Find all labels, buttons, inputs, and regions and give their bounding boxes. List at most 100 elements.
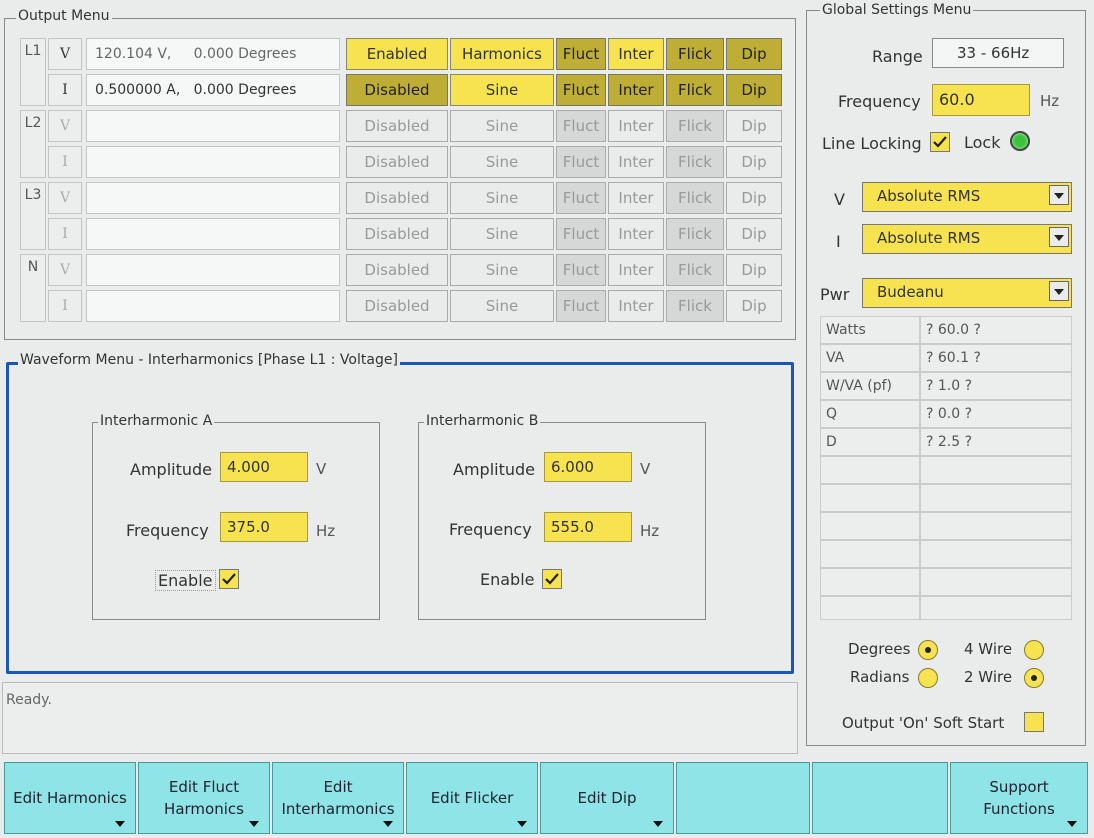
l2-v-fluct-button[interactable]: Fluct — [556, 110, 606, 142]
dropdown-arrow-icon[interactable] — [1049, 227, 1069, 247]
n-i-fluct-button[interactable]: Fluct — [556, 290, 606, 322]
interharmonic-a-amplitude-label: Amplitude — [130, 460, 212, 479]
l3-v-enable-button[interactable]: Disabled — [346, 182, 448, 214]
l1-i-enable-button[interactable]: Disabled — [346, 74, 448, 106]
function-key-blank-7[interactable] — [812, 762, 948, 834]
phase-l1-label: L1 — [20, 38, 46, 106]
frequency-input[interactable]: 60.0 — [932, 84, 1030, 116]
edit-flicker-button[interactable]: Edit Flicker — [406, 762, 538, 834]
l3-v-dip-button[interactable]: Dip — [726, 182, 782, 214]
current-mode-value: Absolute RMS — [877, 229, 981, 247]
l3-v-inter-button[interactable]: Inter — [608, 182, 664, 214]
edit-interharmonics-button[interactable]: Edit Interharmonics — [272, 762, 404, 834]
l3-v-flick-button[interactable]: Flick — [666, 182, 724, 214]
line-locking-checkbox[interactable] — [930, 132, 950, 152]
l2-i-dip-button[interactable]: Dip — [726, 146, 782, 178]
measurement-value: ? 0.0 ? — [920, 400, 1072, 428]
l2-i-waveform-button[interactable]: Sine — [450, 146, 554, 178]
l1-i-fluct-button[interactable]: Fluct — [556, 74, 606, 106]
interharmonic-a-amplitude-input[interactable]: 4.000 — [220, 452, 308, 482]
l2-i-fluct-button[interactable]: Fluct — [556, 146, 606, 178]
l1-v-inter-button[interactable]: Inter — [608, 38, 664, 70]
interharmonic-b-amplitude-input[interactable]: 6.000 — [544, 452, 632, 482]
l3-voltage-value — [86, 182, 340, 214]
dropdown-arrow-icon[interactable] — [1049, 281, 1069, 301]
l2-i-flick-button[interactable]: Flick — [666, 146, 724, 178]
l3-current-value — [86, 218, 340, 250]
triangle-down-icon — [383, 821, 393, 827]
l3-v-fluct-button[interactable]: Fluct — [556, 182, 606, 214]
l1-v-flick-button[interactable]: Flick — [666, 38, 724, 70]
l2-voltage-value — [86, 110, 340, 142]
measurement-value: ? 60.0 ? — [920, 316, 1072, 344]
interharmonic-b-enable-label: Enable — [480, 570, 535, 589]
interharmonic-b-legend: Interharmonic B — [424, 413, 541, 429]
interharmonic-b-enable-checkbox[interactable] — [542, 569, 562, 589]
l1-i-inter-button[interactable]: Inter — [608, 74, 664, 106]
l1-i-waveform-button[interactable]: Sine — [450, 74, 554, 106]
l3-i-enable-button[interactable]: Disabled — [346, 218, 448, 250]
l1-voltage-value: 120.104 V, 0.000 Degrees — [86, 38, 340, 70]
voltage-mode-select[interactable]: Absolute RMS — [862, 182, 1072, 212]
l2-i-enable-button[interactable]: Disabled — [346, 146, 448, 178]
interharmonic-a-enable-checkbox[interactable] — [219, 569, 239, 589]
power-mode-select[interactable]: Budeanu — [862, 278, 1072, 308]
interharmonic-a-amplitude-unit: V — [316, 460, 327, 478]
l1-v-waveform-button[interactable]: Harmonics — [450, 38, 554, 70]
l1-current-label: I — [48, 74, 82, 106]
l2-v-enable-button[interactable]: Disabled — [346, 110, 448, 142]
l2-v-flick-button[interactable]: Flick — [666, 110, 724, 142]
l2-v-inter-button[interactable]: Inter — [608, 110, 664, 142]
l3-i-inter-button[interactable]: Inter — [608, 218, 664, 250]
l1-v-dip-button[interactable]: Dip — [726, 38, 782, 70]
dropdown-arrow-icon[interactable] — [1049, 185, 1069, 205]
edit-dip-button[interactable]: Edit Dip — [540, 762, 674, 834]
function-key-blank-6[interactable] — [676, 762, 810, 834]
n-v-waveform-button[interactable]: Sine — [450, 254, 554, 286]
voltage-mode-label: V — [834, 190, 845, 209]
radians-radio[interactable] — [918, 668, 938, 688]
triangle-down-icon — [1067, 821, 1077, 827]
l2-v-waveform-button[interactable]: Sine — [450, 110, 554, 142]
soft-start-checkbox[interactable] — [1024, 712, 1044, 732]
measurement-name: Q — [820, 400, 920, 428]
interharmonic-a-frequency-input[interactable]: 375.0 — [220, 512, 308, 542]
l1-v-fluct-button[interactable]: Fluct — [556, 38, 606, 70]
l3-v-waveform-button[interactable]: Sine — [450, 182, 554, 214]
interharmonic-b-amplitude-unit: V — [640, 460, 651, 478]
l1-v-enable-button[interactable]: Enabled — [346, 38, 448, 70]
l3-i-dip-button[interactable]: Dip — [726, 218, 782, 250]
n-v-flick-button[interactable]: Flick — [666, 254, 724, 286]
l1-i-flick-button[interactable]: Flick — [666, 74, 724, 106]
current-mode-select[interactable]: Absolute RMS — [862, 224, 1072, 254]
l3-i-flick-button[interactable]: Flick — [666, 218, 724, 250]
n-i-flick-button[interactable]: Flick — [666, 290, 724, 322]
n-i-dip-button[interactable]: Dip — [726, 290, 782, 322]
l2-i-inter-button[interactable]: Inter — [608, 146, 664, 178]
two-wire-radio[interactable] — [1024, 668, 1044, 688]
l2-v-dip-button[interactable]: Dip — [726, 110, 782, 142]
soft-start-label: Output 'On' Soft Start — [842, 714, 1005, 732]
l3-i-waveform-button[interactable]: Sine — [450, 218, 554, 250]
n-v-dip-button[interactable]: Dip — [726, 254, 782, 286]
support-functions-button[interactable]: Support Functions — [950, 762, 1088, 834]
edit-harmonics-button[interactable]: Edit Harmonics — [4, 762, 136, 834]
l3-i-fluct-button[interactable]: Fluct — [556, 218, 606, 250]
edit-fluct-harmonics-button[interactable]: Edit Fluct Harmonics — [138, 762, 270, 834]
measurement-empty-cell — [820, 512, 920, 540]
checkmark-icon — [545, 573, 559, 585]
n-v-enable-button[interactable]: Disabled — [346, 254, 448, 286]
output-menu-legend: Output Menu — [16, 8, 112, 24]
n-v-fluct-button[interactable]: Fluct — [556, 254, 606, 286]
n-current-value — [86, 290, 340, 322]
l3-voltage-label: V — [48, 182, 82, 214]
n-i-enable-button[interactable]: Disabled — [346, 290, 448, 322]
four-wire-radio[interactable] — [1024, 640, 1044, 660]
measurement-empty-cell — [920, 512, 1072, 540]
n-i-waveform-button[interactable]: Sine — [450, 290, 554, 322]
n-i-inter-button[interactable]: Inter — [608, 290, 664, 322]
interharmonic-b-frequency-input[interactable]: 555.0 — [544, 512, 632, 542]
n-v-inter-button[interactable]: Inter — [608, 254, 664, 286]
l1-i-dip-button[interactable]: Dip — [726, 74, 782, 106]
degrees-radio[interactable] — [918, 640, 938, 660]
